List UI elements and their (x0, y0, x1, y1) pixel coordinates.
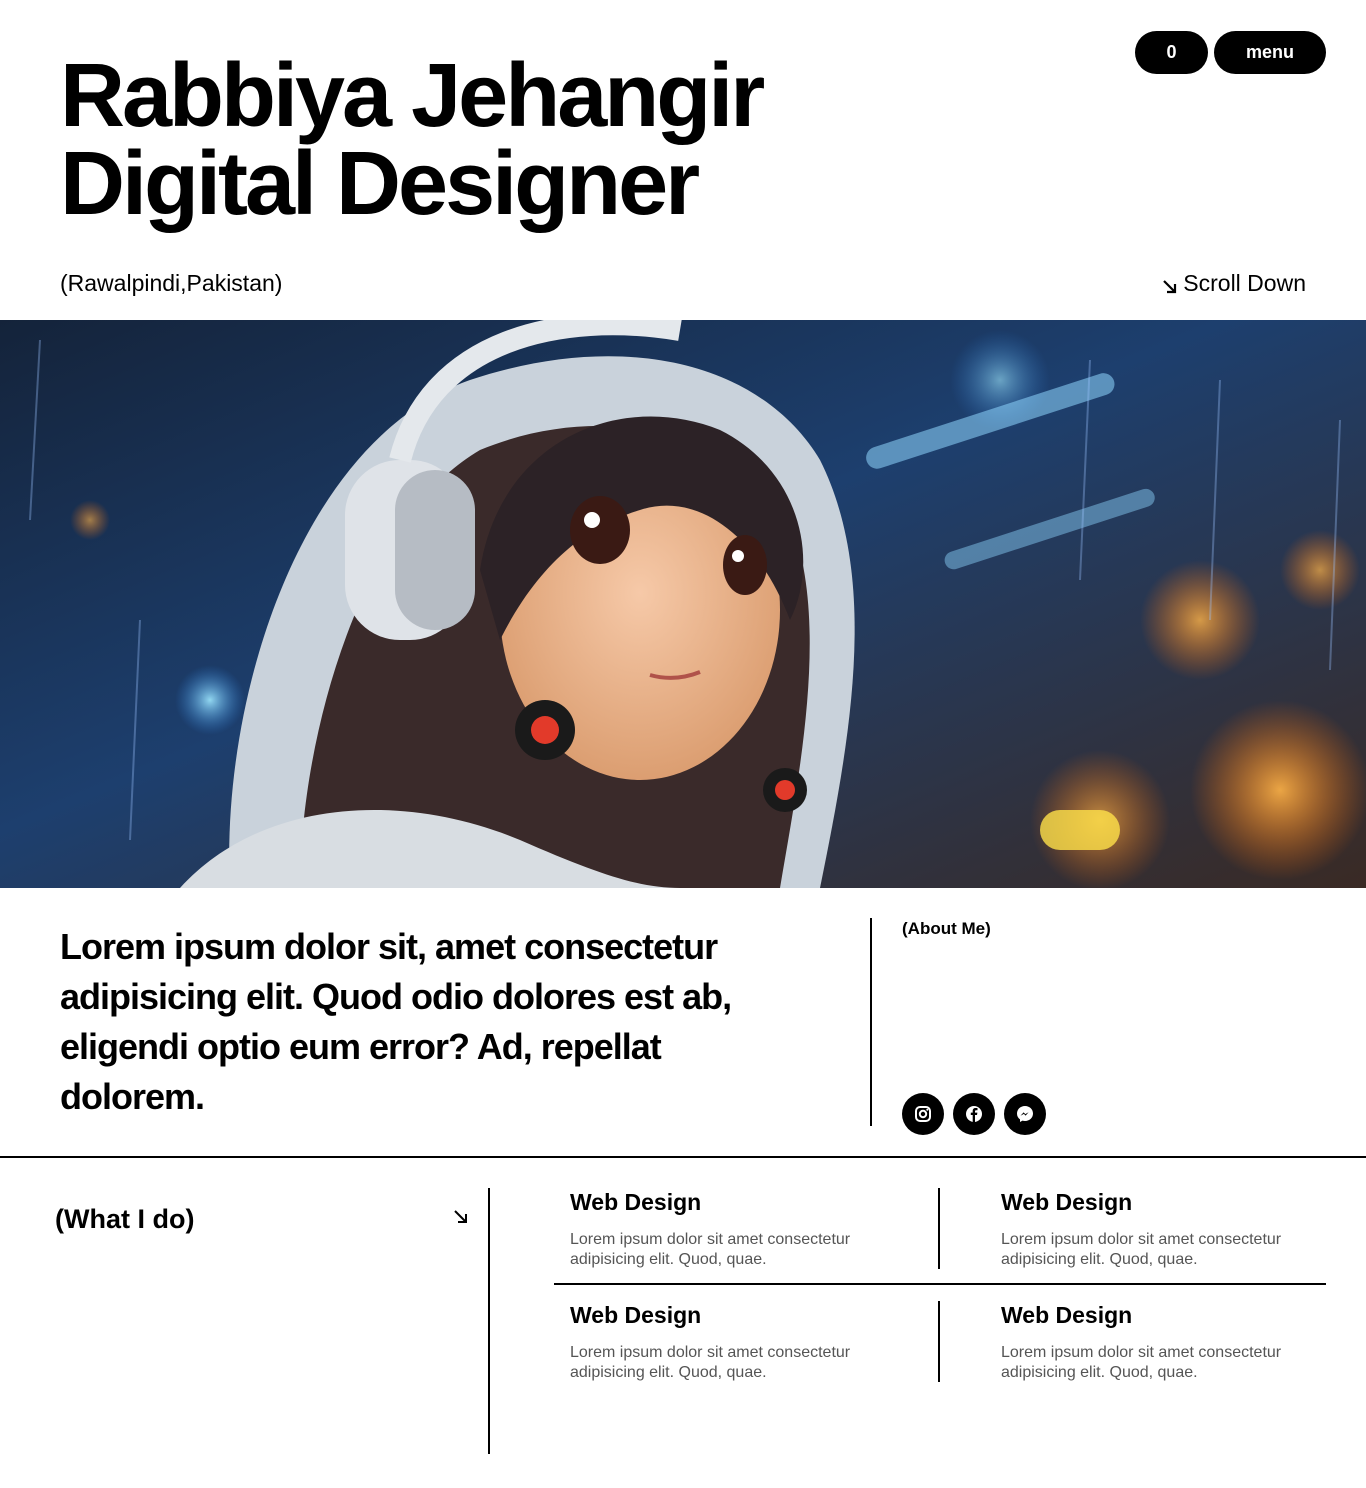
service-title: Web Design (570, 1189, 702, 1215)
service-card: Web Design Lorem ipsum dolor sit amet co… (1001, 1189, 1331, 1270)
service-description: Lorem ipsum dolor sit amet consectetur a… (1001, 1344, 1282, 1381)
about-divider (870, 918, 872, 1126)
section-divider (0, 1156, 1366, 1158)
services-divider (488, 1188, 490, 1454)
menu-button[interactable]: menu (1214, 31, 1326, 74)
social-links (902, 1093, 1046, 1135)
location-text: (Rawalpindi,Pakistan) (60, 270, 283, 296)
title-role: Digital Designer (60, 134, 700, 234)
service-title: Web Design (1001, 1302, 1133, 1328)
services-label: (What I do) (55, 1204, 195, 1234)
service-divider (938, 1301, 940, 1382)
arrow-down-right-icon (1161, 275, 1179, 293)
title-name: Rabbiya Jehangir (60, 46, 765, 146)
scroll-down-link[interactable]: Scroll Down (1161, 270, 1306, 297)
service-title: Web Design (1001, 1189, 1133, 1215)
about-text: Lorem ipsum dolor sit, amet consectetur … (60, 926, 732, 1117)
top-buttons: 0 menu (1135, 31, 1326, 74)
service-description: Lorem ipsum dolor sit amet consectetur a… (1001, 1231, 1282, 1268)
cart-count-button[interactable]: 0 (1135, 31, 1208, 74)
about-label: (About Me) (902, 919, 991, 938)
service-description: Lorem ipsum dolor sit amet consectetur a… (570, 1344, 851, 1381)
hero-image (0, 320, 1366, 888)
service-title: Web Design (570, 1302, 702, 1328)
service-divider (938, 1188, 940, 1269)
facebook-icon[interactable] (953, 1093, 995, 1135)
service-description: Lorem ipsum dolor sit amet consectetur a… (570, 1231, 851, 1268)
service-card: Web Design Lorem ipsum dolor sit amet co… (570, 1189, 900, 1270)
service-row-divider (554, 1283, 1326, 1285)
page-title: Rabbiya Jehangir Digital Designer (60, 46, 765, 234)
instagram-icon[interactable] (902, 1093, 944, 1135)
scroll-down-label: Scroll Down (1183, 270, 1306, 296)
messenger-icon[interactable] (1004, 1093, 1046, 1135)
service-card: Web Design Lorem ipsum dolor sit amet co… (570, 1302, 900, 1383)
service-card: Web Design Lorem ipsum dolor sit amet co… (1001, 1302, 1331, 1383)
arrow-down-right-icon (453, 1209, 469, 1230)
